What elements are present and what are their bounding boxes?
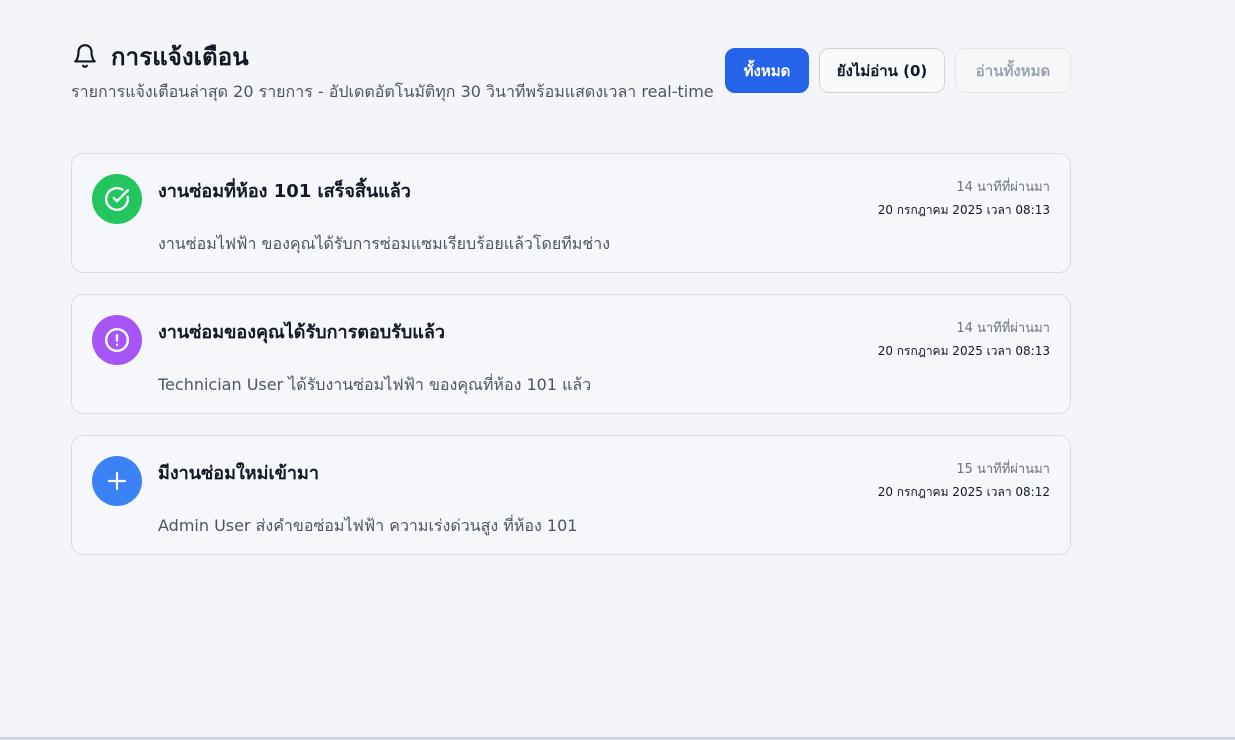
notification-timestamp: 20 กรกฎาคม 2025 เวลา 08:13 bbox=[877, 203, 1050, 217]
notification-time-ago: 14 นาทีที่ผ่านมา bbox=[956, 321, 1050, 336]
notifications-container: การแจ้งเตือน รายการแจ้งเตือนล่าสุด 20 รา… bbox=[71, 38, 1071, 555]
notification-title: มีงานซ่อมใหม่เข้ามา bbox=[158, 463, 320, 484]
notification-item[interactable]: มีงานซ่อมใหม่เข้ามา 15 นาทีที่ผ่านมา 20 … bbox=[71, 435, 1071, 555]
notification-time-ago: 15 นาทีที่ผ่านมา bbox=[956, 462, 1050, 477]
alert-circle-icon bbox=[92, 315, 142, 365]
notification-time-ago: 14 นาทีที่ผ่านมา bbox=[956, 180, 1050, 195]
notification-item[interactable]: งานซ่อมของคุณได้รับการตอบรับแล้ว 14 นาที… bbox=[71, 294, 1071, 414]
plus-icon bbox=[92, 456, 142, 506]
notification-timestamp: 20 กรกฎาคม 2025 เวลา 08:12 bbox=[877, 485, 1050, 499]
check-circle-icon bbox=[92, 174, 142, 224]
notification-title: งานซ่อมของคุณได้รับการตอบรับแล้ว bbox=[158, 322, 446, 343]
notifications-page: การแจ้งเตือน รายการแจ้งเตือนล่าสุด 20 รา… bbox=[0, 0, 1235, 740]
notification-message: งานซ่อมไฟฟ้า ของคุณได้รับการซ่อมแซมเรียบ… bbox=[158, 234, 610, 253]
notification-timestamp: 20 กรกฎาคม 2025 เวลา 08:13 bbox=[877, 344, 1050, 358]
notification-message: Admin User ส่งคำขอซ่อมไฟฟ้า ความเร่งด่วน… bbox=[158, 516, 578, 535]
bell-icon bbox=[71, 41, 99, 71]
notification-list: งานซ่อมที่ห้อง 101 เสร็จสิ้นแล้ว 14 นาที… bbox=[71, 153, 1071, 555]
filter-unread-button[interactable]: ยังไม่อ่าน (0) bbox=[819, 48, 945, 93]
notification-item[interactable]: งานซ่อมที่ห้อง 101 เสร็จสิ้นแล้ว 14 นาที… bbox=[71, 153, 1071, 273]
filter-all-button[interactable]: ทั้งหมด bbox=[725, 48, 809, 93]
page-header: การแจ้งเตือน รายการแจ้งเตือนล่าสุด 20 รา… bbox=[71, 38, 1071, 138]
mark-all-read-button[interactable]: อ่านทั้งหมด bbox=[955, 48, 1071, 93]
page-title: การแจ้งเตือน bbox=[111, 42, 249, 71]
filter-buttons: ทั้งหมด ยังไม่อ่าน (0) อ่านทั้งหมด bbox=[725, 48, 1071, 93]
notification-message: Technician User ได้รับงานซ่อมไฟฟ้า ของคุ… bbox=[158, 375, 592, 394]
notification-title: งานซ่อมที่ห้อง 101 เสร็จสิ้นแล้ว bbox=[158, 181, 411, 202]
